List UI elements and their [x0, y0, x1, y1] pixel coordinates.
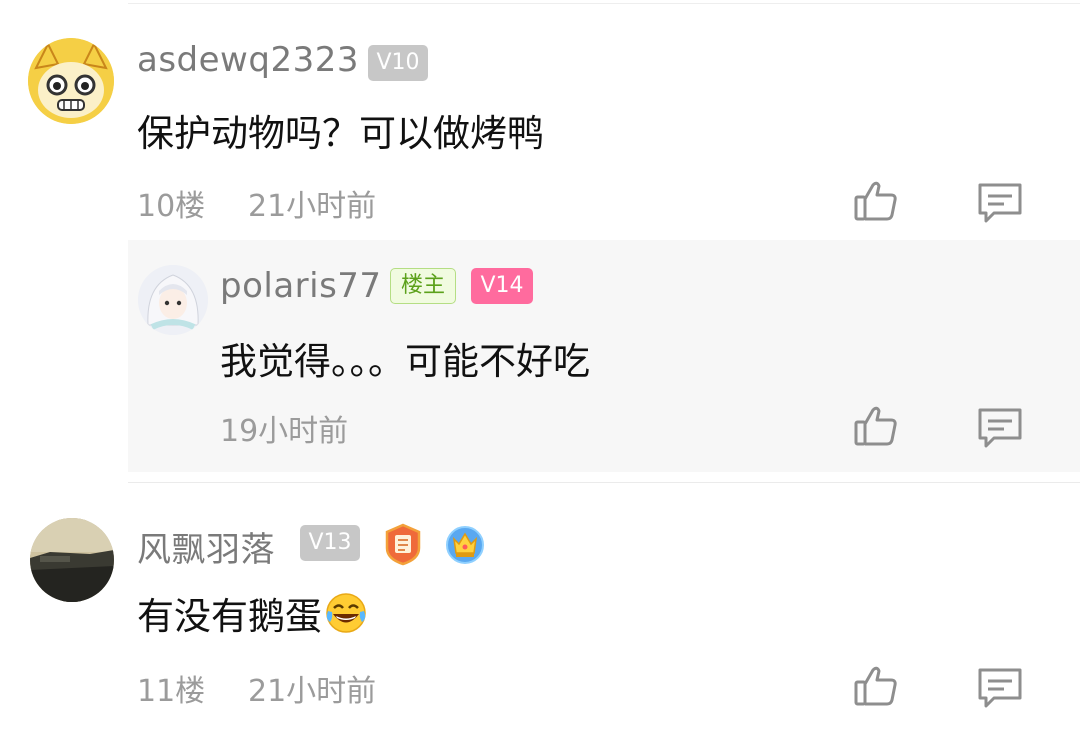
medal-badge-icon[interactable] — [381, 522, 425, 566]
comment-divider — [128, 482, 1080, 483]
avatar[interactable] — [28, 38, 114, 124]
comment-text-value: 有没有鹅蛋 — [137, 595, 322, 638]
crown-medal-icon[interactable] — [443, 522, 487, 566]
timestamp: 19小时前 — [220, 414, 349, 449]
comment-bubble-icon[interactable] — [976, 179, 1024, 227]
username[interactable]: asdewq2323 — [137, 40, 359, 80]
floor-number: 11楼 — [137, 674, 206, 709]
timestamp: 21小时前 — [248, 674, 377, 709]
avatar[interactable] — [138, 265, 208, 335]
top-divider — [128, 3, 1080, 4]
level-badge: V14 — [471, 268, 533, 304]
floor-number: 10楼 — [137, 189, 206, 224]
comment-text: 保护动物吗？可以做烤鸭 — [137, 112, 544, 155]
timestamp: 21小时前 — [248, 189, 377, 224]
comment-bubble-icon[interactable] — [976, 664, 1024, 712]
thumbs-up-icon[interactable] — [852, 177, 900, 225]
laughing-tears-emoji-icon — [324, 591, 368, 635]
host-badge: 楼主 — [390, 268, 456, 304]
reply-text: 我觉得。。。可能不好吃 — [220, 340, 590, 383]
avatar[interactable] — [30, 518, 114, 602]
thumbs-up-icon[interactable] — [852, 402, 900, 450]
comment-text: 有没有鹅蛋 — [137, 586, 368, 640]
comment-bubble-icon[interactable] — [976, 404, 1024, 452]
level-badge: V13 — [300, 525, 360, 561]
username[interactable]: 风飘羽落 — [137, 522, 275, 571]
level-badge: V10 — [368, 45, 428, 81]
reply-username[interactable]: polaris77 — [220, 266, 382, 306]
thumbs-up-icon[interactable] — [852, 662, 900, 710]
